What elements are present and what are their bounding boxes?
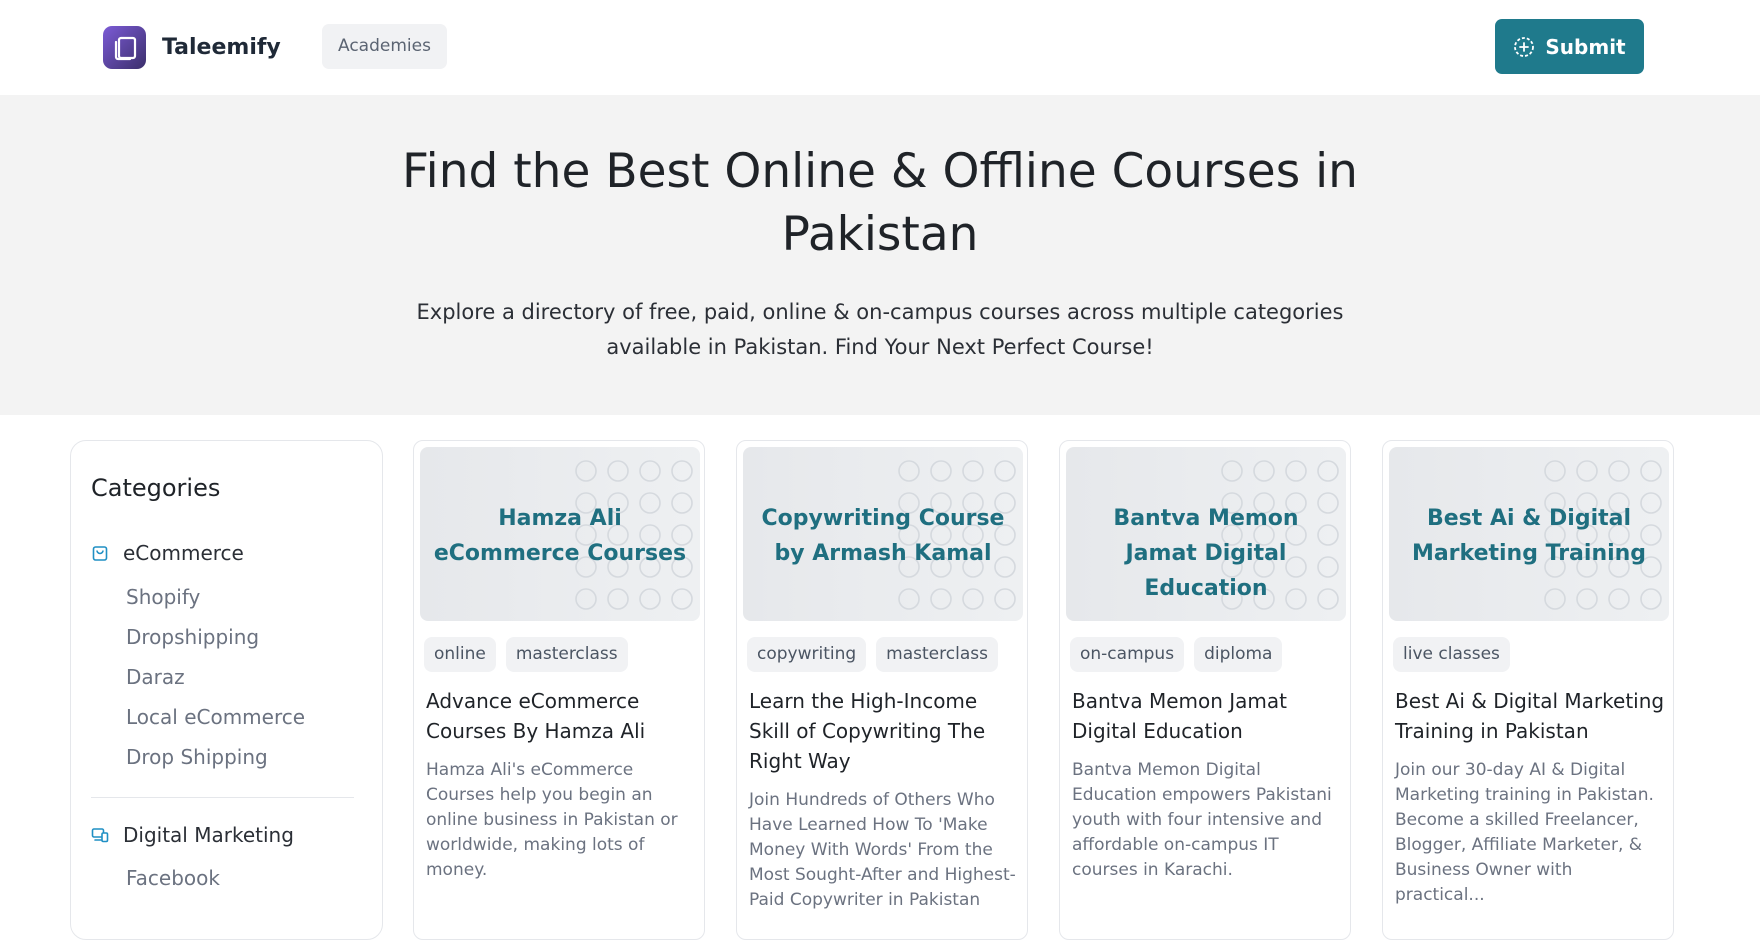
brand-link[interactable]: Taleemify	[103, 26, 281, 69]
nav-academies-link[interactable]: Academies	[322, 24, 447, 69]
pattern-circle	[607, 588, 629, 610]
submit-label: Submit	[1545, 34, 1626, 59]
course-title[interactable]: Advance eCommerce Courses By Hamza Ali	[426, 686, 698, 746]
pattern-circle	[994, 588, 1016, 610]
pattern-circle	[1544, 588, 1566, 610]
course-card[interactable]: Hamza Ali eCommerce Courses online maste…	[413, 440, 705, 940]
category-divider	[91, 797, 354, 798]
subcategory-dropshipping[interactable]: Dropshipping	[126, 625, 259, 649]
pattern-circle	[671, 460, 693, 482]
shopping-bag-icon	[92, 546, 108, 561]
pattern-circle	[671, 588, 693, 610]
course-title[interactable]: Learn the High-Income Skill of Copywriti…	[749, 686, 1021, 776]
course-tags: live classes	[1393, 637, 1510, 672]
categories-sidebar: Categories eCommerce Shopify Dropshippin…	[70, 440, 383, 940]
thumbnail-title: Bantva Memon Jamat Digital Education	[1113, 506, 1299, 601]
pattern-circle	[1544, 460, 1566, 482]
course-tag[interactable]: online	[424, 637, 496, 672]
course-thumbnail: Hamza Ali eCommerce Courses	[420, 447, 700, 621]
pattern-circle	[1640, 460, 1662, 482]
sidebar-title: Categories	[91, 474, 221, 502]
pattern-circle	[639, 460, 661, 482]
course-description: Join our 30-day AI & Digital Marketing t…	[1395, 760, 1654, 905]
category-ecommerce[interactable]: eCommerce	[91, 541, 244, 565]
category-digital-marketing[interactable]: Digital Marketing	[91, 823, 294, 847]
brand-name: Taleemify	[162, 35, 281, 60]
thumbnail-title: Copywriting Course by Armash Kamal	[761, 506, 1005, 566]
course-title[interactable]: Bantva Memon Jamat Digital Education	[1072, 686, 1344, 746]
course-card[interactable]: Bantva Memon Jamat Digital Education on-…	[1059, 440, 1351, 940]
pattern-circle	[898, 460, 920, 482]
course-description: Hamza Ali's eCommerce Courses help you b…	[426, 760, 678, 880]
course-tag[interactable]: live classes	[1393, 637, 1510, 672]
pattern-circle	[1640, 588, 1662, 610]
pattern-circle	[898, 588, 920, 610]
pattern-circle	[930, 460, 952, 482]
subcategory-facebook[interactable]: Facebook	[126, 866, 220, 890]
pattern-circle	[962, 460, 984, 482]
course-tags: online masterclass	[424, 637, 628, 672]
pattern-circle	[1576, 460, 1598, 482]
pattern-circle	[1317, 460, 1339, 482]
course-title[interactable]: Best Ai & Digital Marketing Training in …	[1395, 686, 1667, 746]
top-navbar: Taleemify Academies Submit	[0, 0, 1760, 95]
course-tag[interactable]: diploma	[1194, 637, 1283, 672]
course-tag[interactable]: copywriting	[747, 637, 867, 672]
thumbnail-title: Best Ai & Digital Marketing Training	[1411, 506, 1647, 566]
pattern-circle	[1285, 460, 1307, 482]
course-description: Bantva Memon Digital Education empowers …	[1072, 760, 1332, 880]
category-label: Digital Marketing	[123, 823, 294, 847]
pattern-circle	[639, 588, 661, 610]
pattern-circle	[962, 588, 984, 610]
hero-subtitle: Explore a directory of free, paid, onlin…	[416, 300, 1344, 359]
category-label: eCommerce	[123, 541, 244, 565]
course-tag[interactable]: masterclass	[505, 637, 628, 672]
subcategory-shopify[interactable]: Shopify	[126, 585, 200, 609]
course-thumbnail: Bantva Memon Jamat Digital Education	[1066, 447, 1346, 621]
subcategory-daraz[interactable]: Daraz	[126, 665, 185, 689]
course-card[interactable]: Copywriting Course by Armash Kamal copyw…	[736, 440, 1028, 940]
course-tags: copywriting masterclass	[747, 637, 998, 672]
course-tag[interactable]: on-campus	[1070, 637, 1185, 672]
submit-button[interactable]: Submit	[1495, 19, 1644, 74]
course-card[interactable]: Best Ai & Digital Marketing Training liv…	[1382, 440, 1674, 940]
devices-icon	[91, 828, 109, 843]
subcategory-local-ecommerce[interactable]: Local eCommerce	[126, 705, 305, 729]
pattern-circle	[1253, 460, 1275, 482]
hero-section: Find the Best Online & Offline Courses i…	[0, 95, 1760, 415]
pattern-circle	[575, 588, 597, 610]
pattern-circle	[607, 460, 629, 482]
pattern-circle	[1608, 588, 1630, 610]
pattern-circle	[994, 460, 1016, 482]
pattern-circle	[1576, 588, 1598, 610]
book-copy-icon	[103, 26, 146, 69]
plus-circle-icon	[1514, 36, 1535, 57]
hero-title: Find the Best Online & Offline Courses i…	[402, 144, 1358, 262]
pattern-circle	[1608, 460, 1630, 482]
pattern-circle	[1221, 460, 1243, 482]
course-thumbnail: Best Ai & Digital Marketing Training	[1389, 447, 1669, 621]
course-tags: on-campus diploma	[1070, 637, 1283, 672]
course-description: Join Hundreds of Others Who Have Learned…	[749, 790, 1016, 910]
thumbnail-title: Hamza Ali eCommerce Courses	[433, 506, 687, 566]
pattern-circle	[930, 588, 952, 610]
pattern-circle	[575, 460, 597, 482]
course-thumbnail: Copywriting Course by Armash Kamal	[743, 447, 1023, 621]
subcategory-drop-shipping[interactable]: Drop Shipping	[126, 745, 268, 769]
course-tag[interactable]: masterclass	[876, 637, 998, 672]
